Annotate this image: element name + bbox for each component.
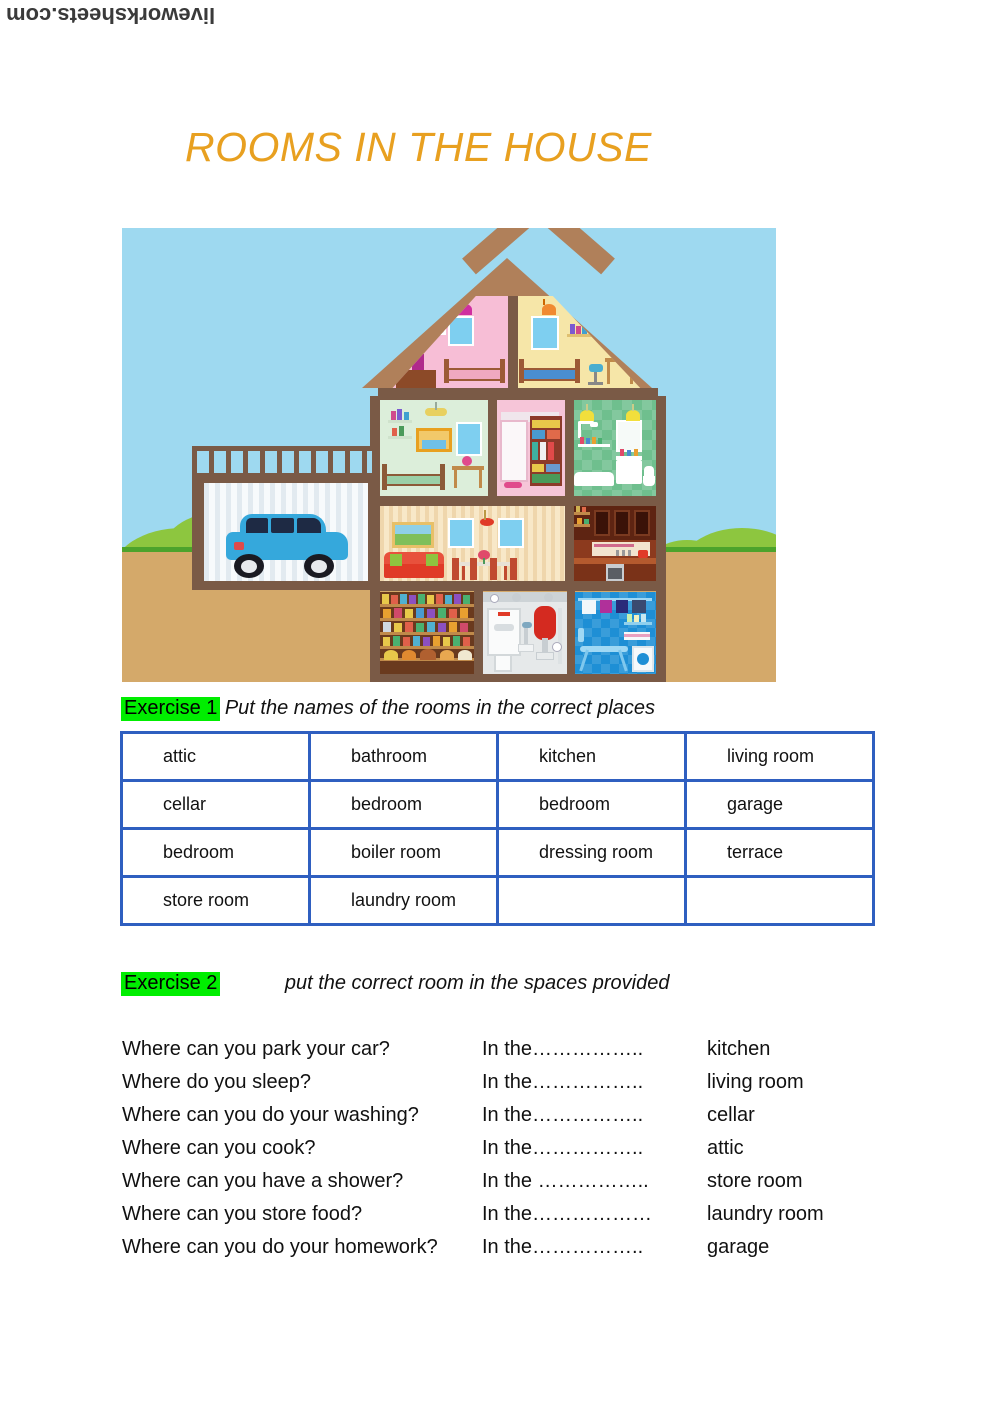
table-cell[interactable]: cellar — [120, 779, 311, 830]
cellar-divider-a — [474, 588, 483, 680]
table-cell-empty[interactable] — [496, 875, 687, 926]
table-cell-empty[interactable] — [684, 875, 875, 926]
attic-center-divider — [508, 296, 518, 392]
answer-blank[interactable]: In the……………… — [482, 1203, 707, 1226]
rooms-word-bank-table: attic bathroom kitchen living room cella… — [120, 731, 875, 926]
room-bathroom — [572, 400, 656, 498]
list-item: Where can you do your washing? In the………… — [122, 1104, 902, 1137]
table-cell[interactable]: attic — [120, 731, 311, 782]
answer-option[interactable]: kitchen — [707, 1038, 902, 1061]
question-text: Where can you store food? — [122, 1203, 363, 1225]
table-row: store room laundry room — [120, 875, 875, 926]
table-cell[interactable]: laundry room — [308, 875, 499, 926]
question-text: Where can you cook? — [122, 1137, 316, 1159]
answer-blank[interactable]: In the…………….. — [482, 1071, 707, 1094]
table-cell[interactable]: bathroom — [308, 731, 499, 782]
ground-floor-divider — [565, 502, 574, 590]
list-item: Where can you park your car? In the……………… — [122, 1038, 902, 1071]
exercise2-question-list: Where can you park your car? In the……………… — [122, 1038, 902, 1269]
list-item: Where can you do your homework? In the……… — [122, 1236, 902, 1269]
table-cell[interactable]: garage — [684, 779, 875, 830]
table-cell[interactable]: store room — [120, 875, 311, 926]
question-text: Where can you park your car? — [122, 1038, 390, 1060]
answer-option[interactable]: garage — [707, 1236, 902, 1259]
table-cell[interactable]: living room — [684, 731, 875, 782]
exercise1-label: Exercise 1 — [121, 697, 221, 721]
exercise1-instruction: Put the names of the rooms in the correc… — [224, 697, 656, 719]
list-item: Where can you cook? In the…………….. attic — [122, 1137, 902, 1170]
question-text: Where can you do your washing? — [122, 1104, 419, 1126]
room-boiler-room — [482, 592, 568, 674]
room-dressing-room — [496, 400, 566, 498]
first-floor-outer-right — [656, 396, 666, 501]
cellar-outer-right — [656, 588, 666, 680]
table-cell[interactable]: terrace — [684, 827, 875, 878]
first-floor-divider-b — [565, 396, 574, 501]
answer-option[interactable]: store room — [707, 1170, 902, 1193]
house-cutaway-illustration — [122, 228, 776, 682]
question-text: Where do you sleep? — [122, 1071, 312, 1093]
answer-option[interactable]: laundry room — [707, 1203, 902, 1226]
table-cell[interactable]: bedroom — [308, 779, 499, 830]
answer-blank[interactable]: In the…………….. — [482, 1137, 707, 1160]
room-store-room — [380, 592, 476, 674]
table-row: cellar bedroom bedroom garage — [120, 779, 875, 830]
garage-floor-slab — [192, 581, 380, 590]
room-bedroom-green — [380, 400, 490, 498]
table-row: attic bathroom kitchen living room — [120, 731, 875, 782]
list-item: Where do you sleep? In the…………….. living… — [122, 1071, 902, 1104]
list-item: Where can you store food? In the……………… l… — [122, 1203, 902, 1236]
exercise2-instruction: put the correct room in the spaces provi… — [284, 972, 670, 994]
answer-blank[interactable]: In the…………….. — [482, 1236, 707, 1259]
room-laundry-room — [574, 592, 656, 674]
question-text: Where can you have a shower? — [122, 1170, 404, 1192]
ground-floor-slab — [370, 581, 666, 591]
cellar-outer-left — [370, 588, 380, 680]
exercise2-header: Exercise 2 put the correct room in the s… — [121, 972, 669, 996]
rooms-table-body: attic bathroom kitchen living room cella… — [120, 731, 875, 926]
garage-outer-wall-left — [192, 476, 204, 588]
page-title: ROOMS IN THE HOUSE — [185, 124, 652, 170]
table-cell[interactable]: dressing room — [496, 827, 687, 878]
answer-blank[interactable]: In the…………….. — [482, 1038, 707, 1061]
room-garage — [204, 480, 370, 584]
table-cell[interactable]: bedroom — [496, 779, 687, 830]
answer-blank[interactable]: In the…………….. — [482, 1104, 707, 1127]
question-text: Where can you do your homework? — [122, 1236, 438, 1258]
table-cell[interactable]: bedroom — [120, 827, 311, 878]
ground-outer-right — [656, 502, 666, 590]
table-cell[interactable]: kitchen — [496, 731, 687, 782]
answer-option[interactable]: attic — [707, 1137, 902, 1160]
first-floor-divider-a — [488, 396, 497, 501]
exercise1-header: Exercise 1 Put the names of the rooms in… — [121, 697, 655, 721]
list-item: Where can you have a shower? In the …………… — [122, 1170, 902, 1203]
table-row: bedroom boiler room dressing room terrac… — [120, 827, 875, 878]
room-living-and-dining — [380, 506, 570, 584]
ground-outer-left — [370, 502, 380, 590]
cellar-divider-b — [567, 588, 575, 680]
garage-top-slab — [192, 474, 380, 483]
room-kitchen — [572, 506, 656, 584]
site-watermark: liveworksheets.com — [6, 3, 216, 28]
table-cell[interactable]: boiler room — [308, 827, 499, 878]
attic-floor-slab — [378, 388, 658, 400]
answer-blank[interactable]: In the …………….. — [482, 1170, 707, 1193]
answer-option[interactable]: living room — [707, 1071, 902, 1094]
exercise2-label: Exercise 2 — [121, 972, 221, 996]
answer-option[interactable]: cellar — [707, 1104, 902, 1127]
